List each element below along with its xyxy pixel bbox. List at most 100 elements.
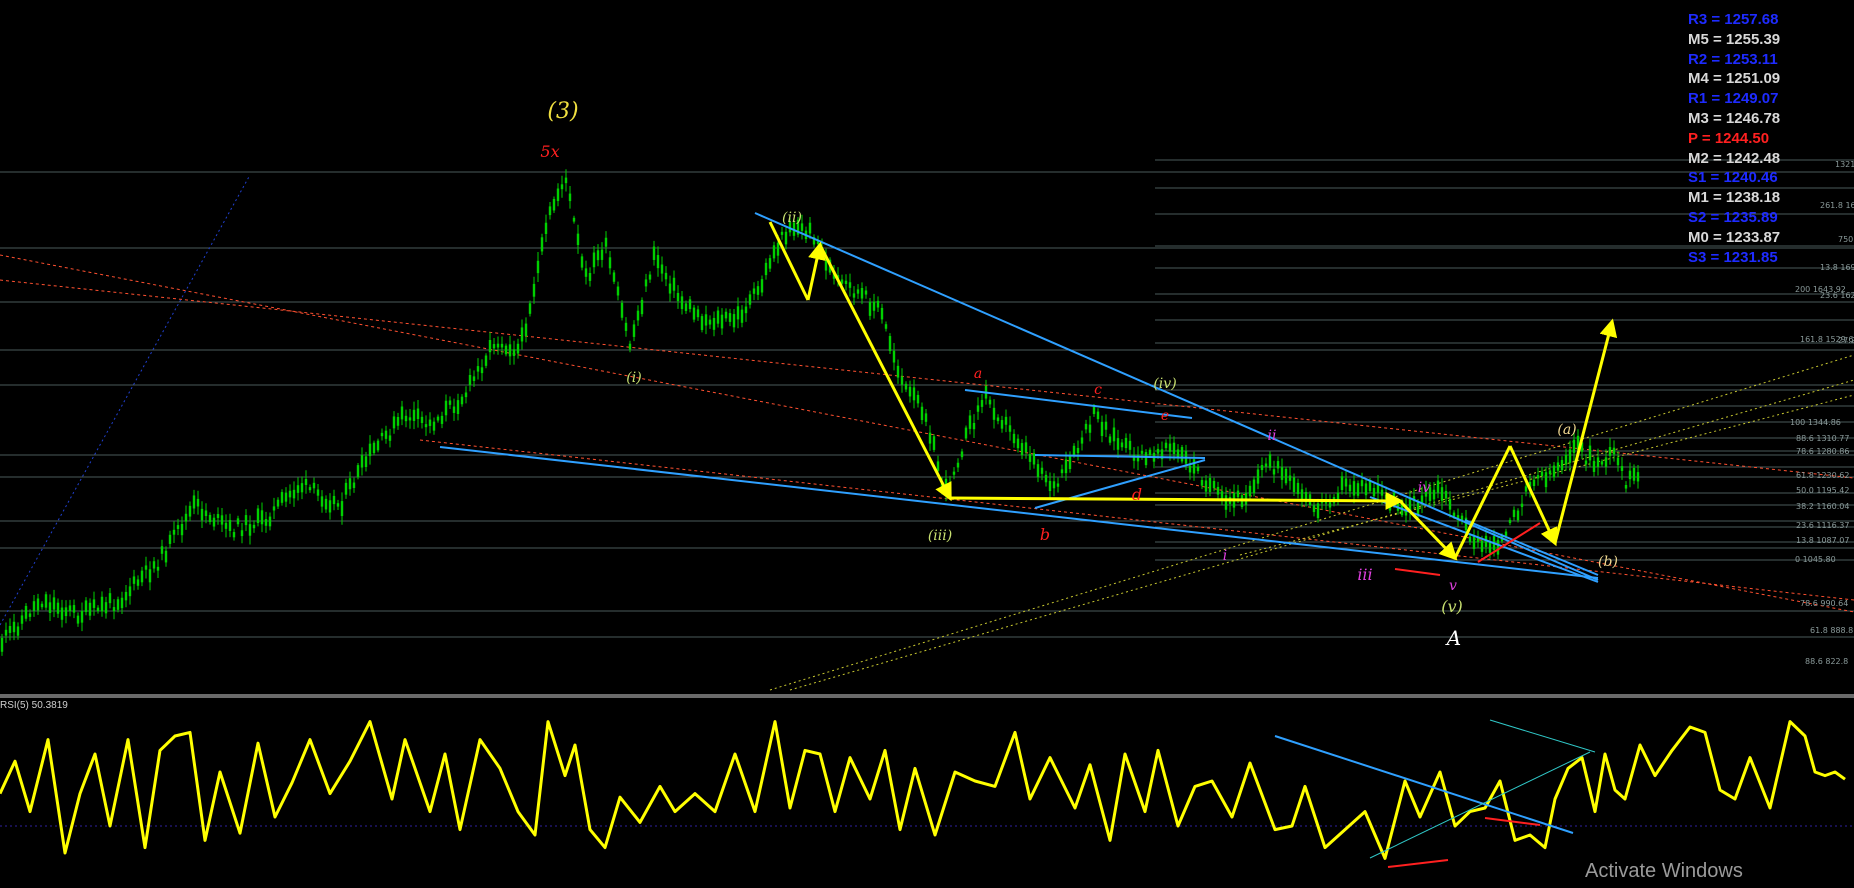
candle-body <box>844 280 848 284</box>
candle-body <box>736 306 740 320</box>
candle-body <box>564 177 568 184</box>
candle-body <box>660 264 664 274</box>
candle-body <box>716 310 720 324</box>
candle-body <box>756 286 760 295</box>
candle-body <box>408 417 412 421</box>
candle-body <box>416 408 420 420</box>
candle-body <box>1288 475 1292 481</box>
candle-body <box>1088 424 1092 433</box>
pivot-level: R2 = 1253.11 <box>1688 50 1778 68</box>
candle-body <box>964 427 968 439</box>
candle-body <box>496 343 500 348</box>
candle-body <box>384 430 388 439</box>
candle-body <box>396 417 400 426</box>
candle-body <box>1260 465 1264 471</box>
candle-body <box>268 516 272 527</box>
candle-body <box>744 306 748 314</box>
candle-body <box>36 598 40 611</box>
candle-body <box>1104 421 1108 430</box>
fib-label: 27.2 <box>1838 336 1854 345</box>
candle-body <box>84 600 88 613</box>
candle-body <box>124 591 128 601</box>
candle-body <box>1316 503 1320 519</box>
candle-body <box>96 607 100 612</box>
candle-body <box>336 503 340 507</box>
candle-body <box>720 314 724 329</box>
candle-body <box>560 184 564 190</box>
candle-body <box>1188 465 1192 473</box>
candle-body <box>200 508 204 521</box>
candle-body <box>1632 467 1636 481</box>
candle-body <box>648 274 652 280</box>
candle-body <box>864 290 868 295</box>
rsi-trendline <box>1369 751 1591 859</box>
candle-body <box>1380 489 1384 496</box>
pivot-level: S3 = 1231.85 <box>1688 248 1778 266</box>
candle-body <box>1604 457 1608 467</box>
candle-body <box>916 394 920 404</box>
candle-body <box>1472 535 1476 549</box>
pivot-level: M1 = 1238.18 <box>1688 189 1781 207</box>
candle-body <box>1076 447 1080 454</box>
candle-body <box>532 283 536 297</box>
candle-body <box>492 344 496 349</box>
candle-body <box>480 367 484 374</box>
candle-body <box>1168 443 1172 452</box>
candle-body <box>364 456 368 468</box>
candle-body <box>1216 486 1220 495</box>
candle-body <box>1192 459 1196 474</box>
candle-body <box>628 343 632 350</box>
channel-line <box>0 279 1854 479</box>
candle-body <box>636 310 640 321</box>
pivot-level: S2 = 1235.89 <box>1688 208 1778 226</box>
candle-body <box>988 399 992 405</box>
candle-body <box>184 513 188 522</box>
candle-body <box>76 615 80 624</box>
candle-body <box>1028 453 1032 462</box>
candle-body <box>220 515 224 525</box>
candle-body <box>1564 454 1568 465</box>
candle-body <box>376 440 380 451</box>
activation-watermark: Activate Windows <box>1585 860 1743 882</box>
candle-body <box>584 268 588 277</box>
candle-body <box>1172 442 1176 455</box>
candle-body <box>176 525 180 529</box>
wave-label: (ii) <box>782 210 802 226</box>
candle-body <box>728 313 732 322</box>
candle-body <box>1264 463 1268 467</box>
candle-body <box>1292 477 1296 493</box>
candle-body <box>24 605 28 619</box>
candle-body <box>1552 465 1556 478</box>
candle-body <box>620 302 624 318</box>
candle-body <box>404 415 408 422</box>
wave-label: b <box>1040 525 1050 544</box>
candle-body <box>1140 450 1144 454</box>
candle-body <box>640 299 644 315</box>
candle-body <box>104 602 108 614</box>
candle-body <box>1508 519 1512 524</box>
wave-segment <box>818 244 952 502</box>
candle-body <box>244 515 248 526</box>
candle-body <box>280 492 284 503</box>
candle-body <box>1284 468 1288 484</box>
candle-body <box>196 498 200 507</box>
wave-label: (iv) <box>1153 376 1176 392</box>
candle-body <box>264 519 268 526</box>
wave-label: A <box>1445 626 1461 650</box>
candle-body <box>116 599 120 610</box>
candle-body <box>732 314 736 328</box>
candle-body <box>740 309 744 323</box>
candle-body <box>708 319 712 325</box>
candle-body <box>924 413 928 422</box>
candle-body <box>428 419 432 426</box>
candle-body <box>696 309 700 318</box>
candle-body <box>252 524 256 529</box>
candle-body <box>536 260 540 274</box>
candle-body <box>296 485 300 493</box>
candle-body <box>1612 447 1616 455</box>
pivot-level: M2 = 1242.48 <box>1688 149 1781 167</box>
candle-body <box>180 523 184 536</box>
candle-body <box>888 336 892 352</box>
fib-label: 61.8 1230.62 <box>1796 471 1849 480</box>
candle-body <box>368 443 372 457</box>
